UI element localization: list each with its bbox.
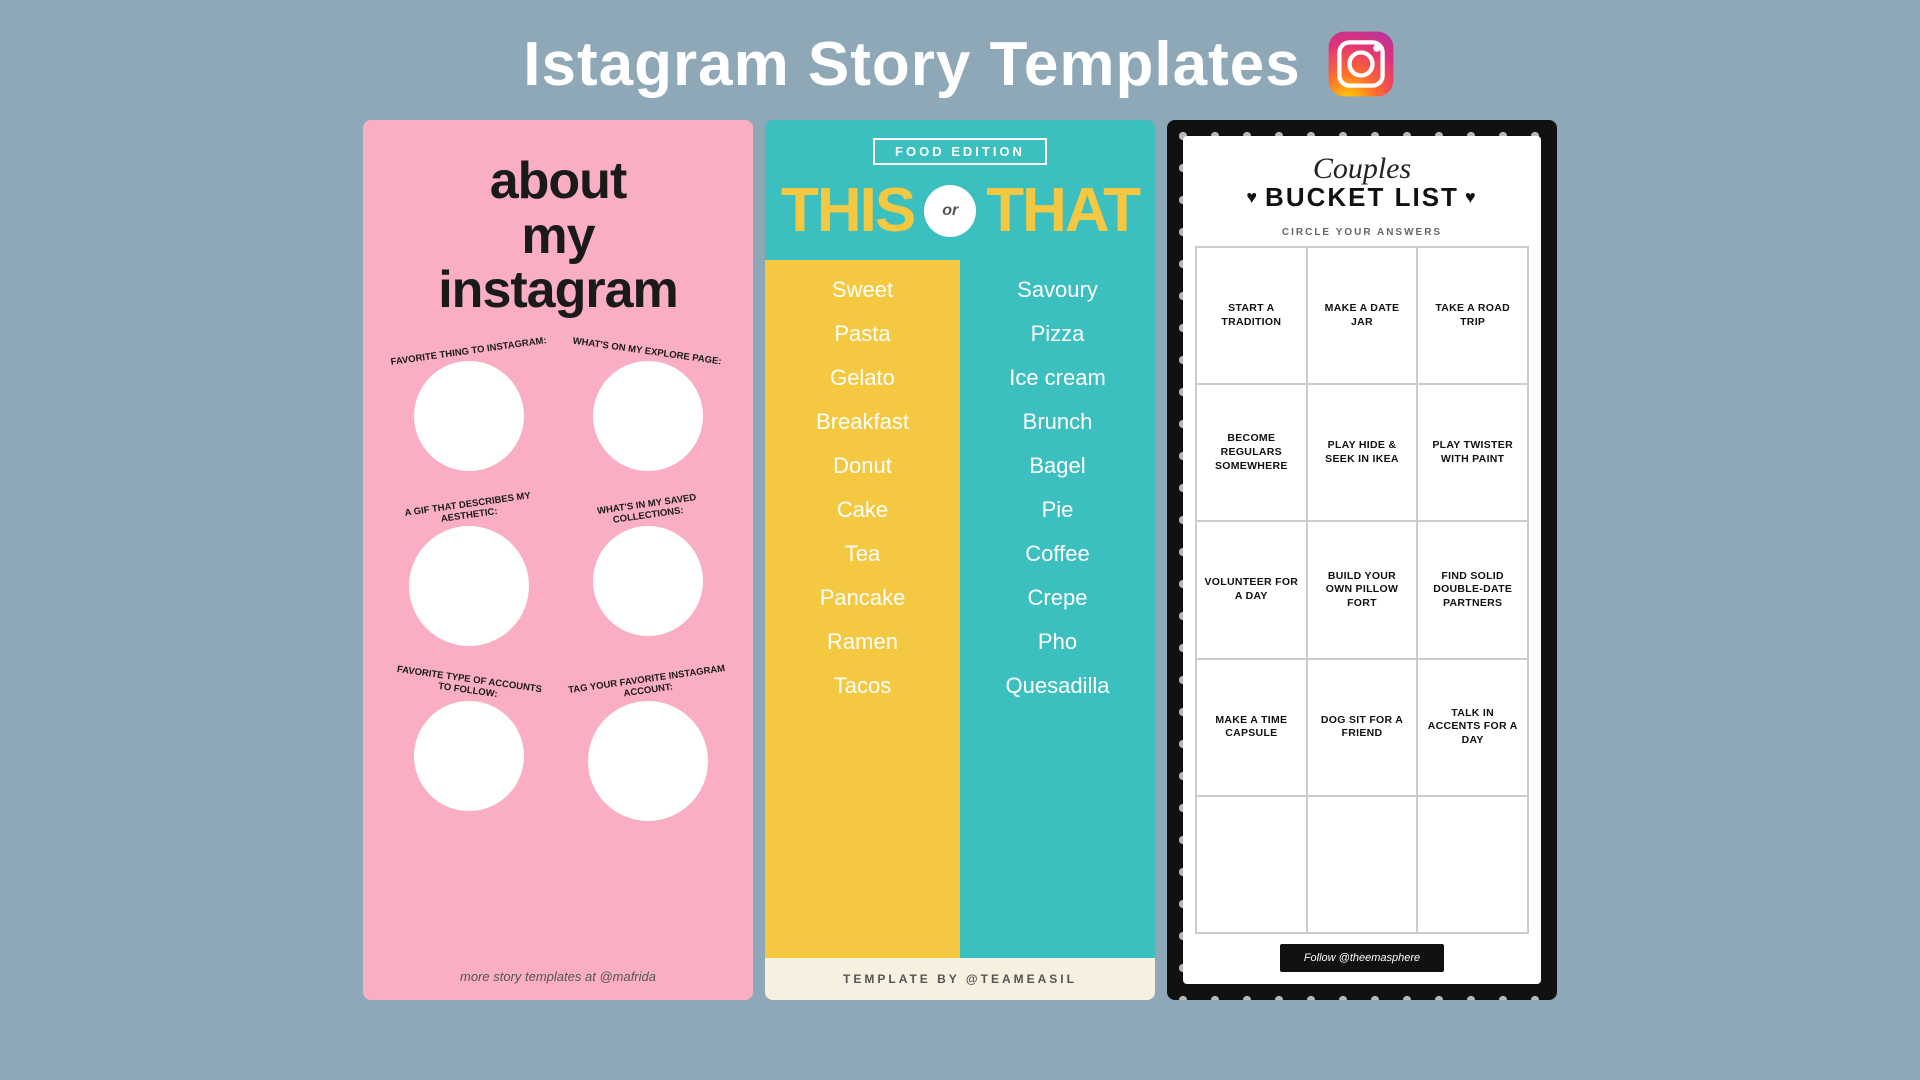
this-or-that-row: THIS or THAT — [781, 175, 1139, 246]
bucket-cell-empty-0 — [1196, 796, 1307, 933]
circle-2 — [593, 361, 703, 471]
right-item-2: Ice cream — [1009, 356, 1106, 400]
bucket-cell-10: DOG SIT FOR A FRIEND — [1307, 659, 1418, 796]
page-header: Istagram Story Templates — [0, 0, 1920, 120]
col-left: Sweet Pasta Gelato Breakfast Donut Cake … — [765, 260, 960, 958]
left-item-6: Tea — [845, 532, 880, 576]
col-right: Savoury Pizza Ice cream Brunch Bagel Pie… — [960, 260, 1155, 958]
bucket-list-title: ♥ BUCKET LIST ♥ — [1246, 182, 1477, 213]
right-item-6: Coffee — [1025, 532, 1089, 576]
circle-5 — [414, 701, 524, 811]
bucket-cell-7: BUILD YOUR OWN PILLOW FORT — [1307, 521, 1418, 658]
circle-3 — [409, 526, 529, 646]
right-item-1: Pizza — [1031, 312, 1085, 356]
bucket-cell-empty-2 — [1417, 796, 1528, 933]
bucket-cell-5: PLAY TWISTER WITH PAINT — [1417, 384, 1528, 521]
follow-tag: Follow @theemasphere — [1280, 944, 1444, 972]
circle-answers-label: CIRCLE YOUR ANSWERS — [1282, 227, 1442, 238]
circle-item-5: FAVORITE TYPE OF ACCOUNTS TO FOLLOW: — [388, 674, 549, 821]
heart-right-icon: ♥ — [1465, 187, 1478, 208]
this-text: THIS — [781, 175, 914, 246]
left-item-4: Donut — [833, 444, 892, 488]
bucket-list-label: BUCKET LIST — [1265, 182, 1459, 213]
circle-item-4: WHAT'S IN MY SAVED COLLECTIONS: — [567, 499, 728, 646]
bucket-cell-8: FIND SOLID DOUBLE-DATE PARTNERS — [1417, 521, 1528, 658]
bucket-cell-1: MAKE A DATE JAR — [1307, 247, 1418, 384]
left-item-7: Pancake — [820, 576, 906, 620]
left-item-5: Cake — [837, 488, 888, 532]
circle-item-3: A GIF THAT DESCRIBES MY AESTHETIC: — [388, 499, 549, 646]
heart-left-icon: ♥ — [1246, 187, 1259, 208]
page-title: Istagram Story Templates — [523, 29, 1300, 100]
right-item-5: Pie — [1042, 488, 1074, 532]
cards-container: aboutmyinstagram FAVORITE THING TO INSTA… — [0, 120, 1920, 1000]
right-item-7: Crepe — [1028, 576, 1088, 620]
bucket-cell-3: BECOME REGULARS SOMEWHERE — [1196, 384, 1307, 521]
right-item-3: Brunch — [1023, 400, 1093, 444]
left-item-1: Pasta — [834, 312, 890, 356]
circle-6 — [588, 701, 708, 821]
bucket-cell-2: TAKE A ROAD TRIP — [1417, 247, 1528, 384]
circle-1 — [414, 361, 524, 471]
left-item-2: Gelato — [830, 356, 895, 400]
card2-body: Sweet Pasta Gelato Breakfast Donut Cake … — [765, 260, 1155, 958]
that-text: THAT — [986, 175, 1139, 246]
right-item-0: Savoury — [1017, 268, 1098, 312]
right-item-9: Quesadilla — [1006, 664, 1110, 708]
card2-footer: TEMPLATE BY @TEAMEASIL — [765, 958, 1155, 1000]
couples-script-title: Couples — [1313, 152, 1411, 186]
card1-title: aboutmyinstagram — [438, 154, 678, 318]
food-edition-badge: FOOD EDITION — [873, 138, 1047, 165]
card1-circles: FAVORITE THING TO INSTAGRAM: WHAT'S ON M… — [379, 346, 737, 849]
card-couples-bucket-list: Couples ♥ BUCKET LIST ♥ CIRCLE YOUR ANSW… — [1167, 120, 1557, 1000]
card-about-instagram: aboutmyinstagram FAVORITE THING TO INSTA… — [363, 120, 753, 1000]
instagram-icon — [1325, 28, 1397, 100]
bucket-cell-4: PLAY HIDE & SEEK IN IKEA — [1307, 384, 1418, 521]
right-item-4: Bagel — [1029, 444, 1085, 488]
bucket-cell-11: TALK IN ACCENTS FOR A DAY — [1417, 659, 1528, 796]
left-item-0: Sweet — [832, 268, 893, 312]
bucket-cell-empty-1 — [1307, 796, 1418, 933]
card-this-or-that: FOOD EDITION THIS or THAT Sweet Pasta Ge… — [765, 120, 1155, 1000]
right-item-8: Pho — [1038, 620, 1077, 664]
or-circle: or — [924, 185, 976, 237]
circle-item-6: TAG YOUR FAVORITE INSTAGRAM ACCOUNT: — [567, 674, 728, 821]
left-item-8: Ramen — [827, 620, 898, 664]
card1-footer: more story templates at @mafrida — [363, 969, 753, 984]
circle-4 — [593, 526, 703, 636]
left-item-3: Breakfast — [816, 400, 909, 444]
bucket-grid: START A TRADITION MAKE A DATE JAR TAKE A… — [1195, 246, 1529, 934]
circle-item-2: WHAT'S ON MY EXPLORE PAGE: — [567, 346, 728, 471]
circle-item-1: FAVORITE THING TO INSTAGRAM: — [388, 346, 549, 471]
card3-inner: Couples ♥ BUCKET LIST ♥ CIRCLE YOUR ANSW… — [1183, 136, 1541, 984]
bucket-cell-0: START A TRADITION — [1196, 247, 1307, 384]
card2-top: FOOD EDITION THIS or THAT — [765, 120, 1155, 260]
bucket-cell-6: VOLUNTEER FOR A DAY — [1196, 521, 1307, 658]
left-item-9: Tacos — [834, 664, 891, 708]
bucket-cell-9: MAKE A TIME CAPSULE — [1196, 659, 1307, 796]
